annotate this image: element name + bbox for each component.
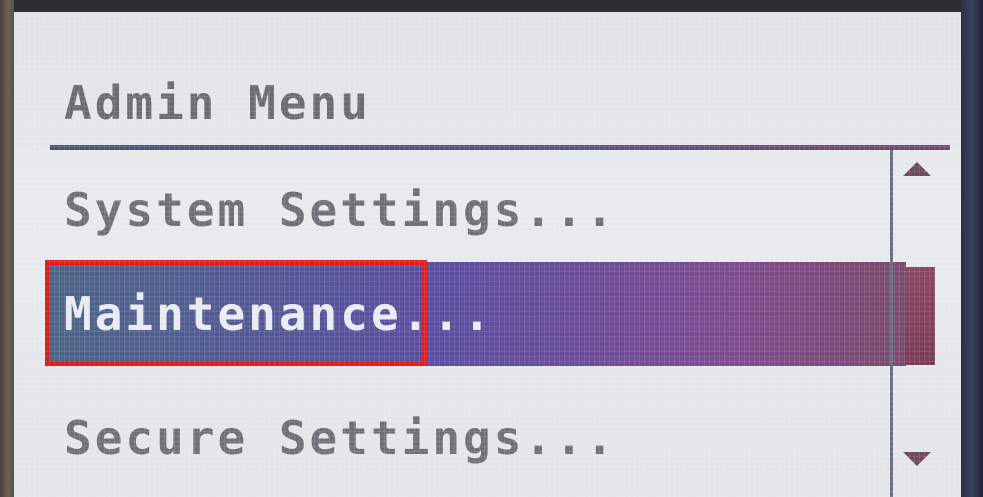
panel-bezel-right: [961, 0, 983, 497]
scrollbar[interactable]: [890, 150, 949, 497]
panel-bezel-left: [0, 0, 14, 497]
printer-control-panel: Admin Menu System Settings... Maintenanc…: [0, 0, 983, 497]
menu-item-label: System Settings...: [64, 183, 617, 237]
triangle-up-icon[interactable]: [903, 162, 931, 176]
lcd-screen: Admin Menu System Settings... Maintenanc…: [14, 12, 961, 497]
scroll-thumb[interactable]: [905, 267, 935, 365]
title-divider: [50, 145, 950, 150]
menu-item-system-settings[interactable]: System Settings...: [50, 164, 906, 256]
menu-item-secure-settings[interactable]: Secure Settings...: [50, 392, 906, 484]
annotation-highlight-box: [45, 260, 427, 366]
triangle-down-icon[interactable]: [903, 452, 931, 466]
menu-item-label: Secure Settings...: [64, 411, 617, 465]
menu-title: Admin Menu: [64, 76, 371, 130]
